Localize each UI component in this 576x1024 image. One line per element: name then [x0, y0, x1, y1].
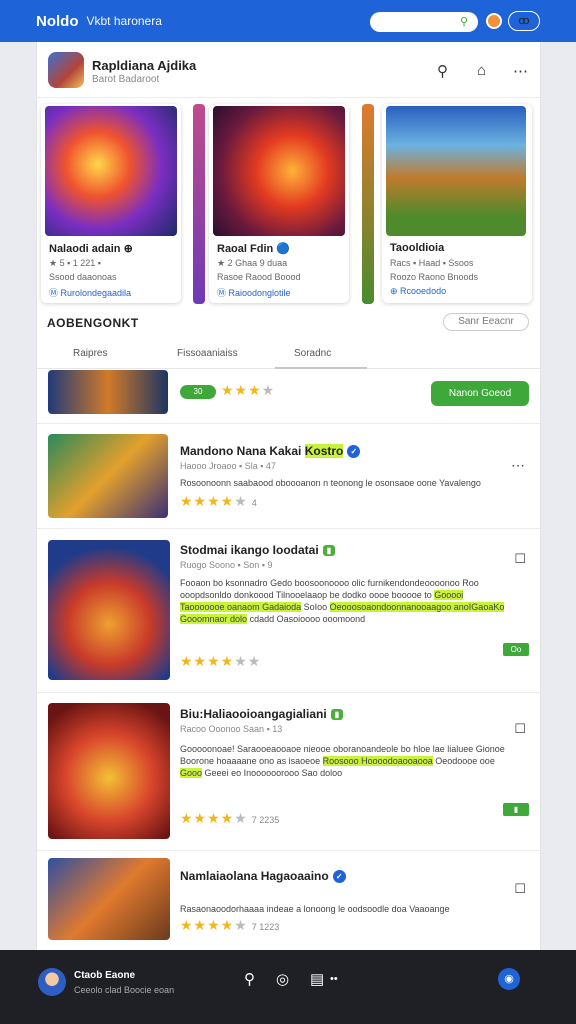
more-icon[interactable]: ⋯ [513, 62, 528, 80]
game-badge: ▮ [330, 709, 344, 721]
list-item[interactable]: Mandono Nana Kakai Kostro ✓ Haooo Jroaoo … [37, 425, 540, 529]
featured-link[interactable]: ⊕ Rcooedodo [390, 286, 446, 297]
download-icon[interactable]: ◎ [276, 970, 289, 988]
title-highlight: Kostro [304, 444, 344, 458]
featured-art [45, 106, 177, 236]
featured-name: Nalaodi adain ⊕ [49, 243, 133, 255]
game-thumbnail [48, 540, 170, 680]
featured-art [213, 106, 345, 236]
user-subtitle: Ceeolo clad Boocie eoan [74, 985, 175, 995]
featured-peek [362, 104, 374, 304]
game-thumbnail [48, 370, 168, 414]
game-meta: Haooo Jroaoo ▪ Sla ▪ 47 [180, 461, 276, 471]
game-thumbnail [48, 858, 170, 940]
featured-meta: Ssood daaonoas [49, 272, 117, 282]
library-icon[interactable]: ▤ [310, 970, 324, 988]
notification-icon[interactable] [486, 13, 502, 29]
game-meta: Racoo Ooonoo Saan ▪ 13 [180, 724, 283, 734]
featured-card[interactable]: Nalaodi adain ⊕ ★ 5 ▪ 1 221 ▪ Ssood daao… [41, 104, 181, 303]
rating-stars: ★★★★★ 7 2235 [180, 810, 280, 826]
featured-peek [193, 104, 205, 304]
list-item[interactable]: Namlaiaolana Hagaoaaino ✓ Rasaonaoodorhaa… [37, 851, 540, 951]
featured-card[interactable]: Taooldioia Racs ▪ Haad ▪ Ssoos Roozo Rao… [382, 104, 532, 303]
search-icon[interactable]: ⚲ [437, 62, 448, 80]
featured-rating: ★ 5 ▪ 1 221 ▪ [49, 258, 101, 268]
header-title: Rapldiana Ajdika [92, 58, 197, 73]
bookmark-icon[interactable]: ☐ [514, 881, 526, 897]
more-icon[interactable]: •• [330, 973, 338, 985]
profile-pill-button[interactable]: ꝏ [508, 11, 540, 31]
list-item[interactable]: Biu:Haliaooioangagialiani ▮ Racoo Ooonoo … [37, 693, 540, 851]
game-title: Namlaiaolana Hagaoaaino ✓ [180, 869, 346, 884]
game-meta: Ruogo Soono ▪ Son ▪ 9 [180, 560, 273, 570]
rating-stars: ★★★★★★ [180, 653, 262, 669]
more-icon[interactable]: ⋯ [511, 457, 526, 474]
app-header: Rapldiana Ajdika Barot Badaroot ⚲ ⌂ ⋯ [37, 42, 540, 98]
section-search-button[interactable]: Sanr Eeacnr [443, 313, 529, 331]
game-description: Gooooonoae! Saraooeaooaoe nieooe oborano… [180, 744, 505, 778]
featured-meta: Rasoe Raood Boood [217, 272, 301, 282]
game-thumbnail [48, 703, 170, 839]
featured-card[interactable]: Raoal Fdin 🔵 ★ 2 Ghaa 9 duaa Rasoe Raood… [209, 104, 349, 303]
game-thumbnail [48, 434, 168, 518]
featured-rating: Racs ▪ Haad ▪ Ssoos [390, 258, 474, 268]
featured-name: Raoal Fdin 🔵 [217, 243, 290, 255]
game-description: Rasaonaoodorhaaaa indeae a lonoong le oo… [180, 904, 450, 914]
user-name: Ctaob Eaone [74, 970, 136, 981]
search-icon[interactable]: ⚲ [244, 970, 255, 988]
app-logo[interactable]: Noldo [36, 13, 79, 30]
game-title: Stodmai ikango Ioodatai ▮ [180, 543, 336, 557]
main-card: Rapldiana Ajdika Barot Badaroot ⚲ ⌂ ⋯ Na… [36, 42, 541, 972]
get-button[interactable]: Nanon Goeod [431, 381, 529, 406]
tab-reviews[interactable]: Raipres [73, 348, 107, 359]
game-badge: ▮ [322, 545, 336, 557]
featured-link[interactable]: Ⓜ Raioodonglotile [217, 286, 291, 299]
rating-stars: ★★★★★ 7 1223 [180, 917, 280, 933]
featured-name: Taooldioia [390, 242, 445, 254]
list-item[interactable]: Stodmai ikango Ioodatai ▮ Ruogo Soono ▪ S… [37, 529, 540, 693]
score-pill: 30 [180, 385, 216, 399]
search-icon[interactable]: ⚲ [460, 15, 468, 28]
rating-stars: ★★★★ [221, 382, 276, 398]
game-description: Rosoonoonn saabaood oboooanon n teonong … [180, 478, 481, 488]
featured-meta: Roozo Raono Bnoods [390, 272, 479, 282]
game-tag: Oo [503, 643, 529, 656]
app-avatar[interactable] [48, 52, 84, 88]
featured-rating: ★ 2 Ghaa 9 duaa [217, 258, 288, 268]
tab-search[interactable]: Soradnc [294, 348, 331, 359]
verified-icon: ✓ [347, 445, 361, 459]
game-description: Fooaon bo ksonnadro Gedo boosoonoooo oli… [180, 578, 505, 624]
tab-recommended[interactable]: Fissoaaniaiss [177, 348, 238, 359]
app-subtitle: Vkbt haronera [86, 14, 162, 28]
game-title: Biu:Haliaooioangagialiani ▮ [180, 707, 344, 721]
section-title: AOBENGONKT [47, 316, 139, 330]
game-title: Mandono Nana Kakai Kostro ✓ [180, 444, 361, 459]
rating-stars: ★★★★★ 4 [180, 493, 257, 509]
header-subtitle: Barot Badaroot [92, 74, 160, 85]
bottom-bar: Ctaob Eaone Ceeolo clad Boocie eoan ⚲ ◎ … [0, 950, 576, 1024]
tab-bar: Raipres Fissoaaniaiss Soradnc [37, 339, 540, 369]
bookmark-icon[interactable]: ☐ [514, 721, 526, 737]
bookmark-icon[interactable]: ☐ [514, 551, 526, 567]
search-input[interactable]: ⚲ [370, 12, 478, 32]
tab-underline [275, 367, 367, 369]
featured-art [386, 106, 526, 236]
user-avatar[interactable] [38, 968, 66, 996]
share-icon[interactable]: ⌂ [477, 62, 486, 79]
game-tag: ▮ [503, 803, 529, 816]
verified-icon: ✓ [332, 870, 346, 884]
featured-link[interactable]: Ⓜ Rurolondegaadila [49, 286, 131, 299]
assistant-icon[interactable]: ◉ [498, 968, 520, 990]
